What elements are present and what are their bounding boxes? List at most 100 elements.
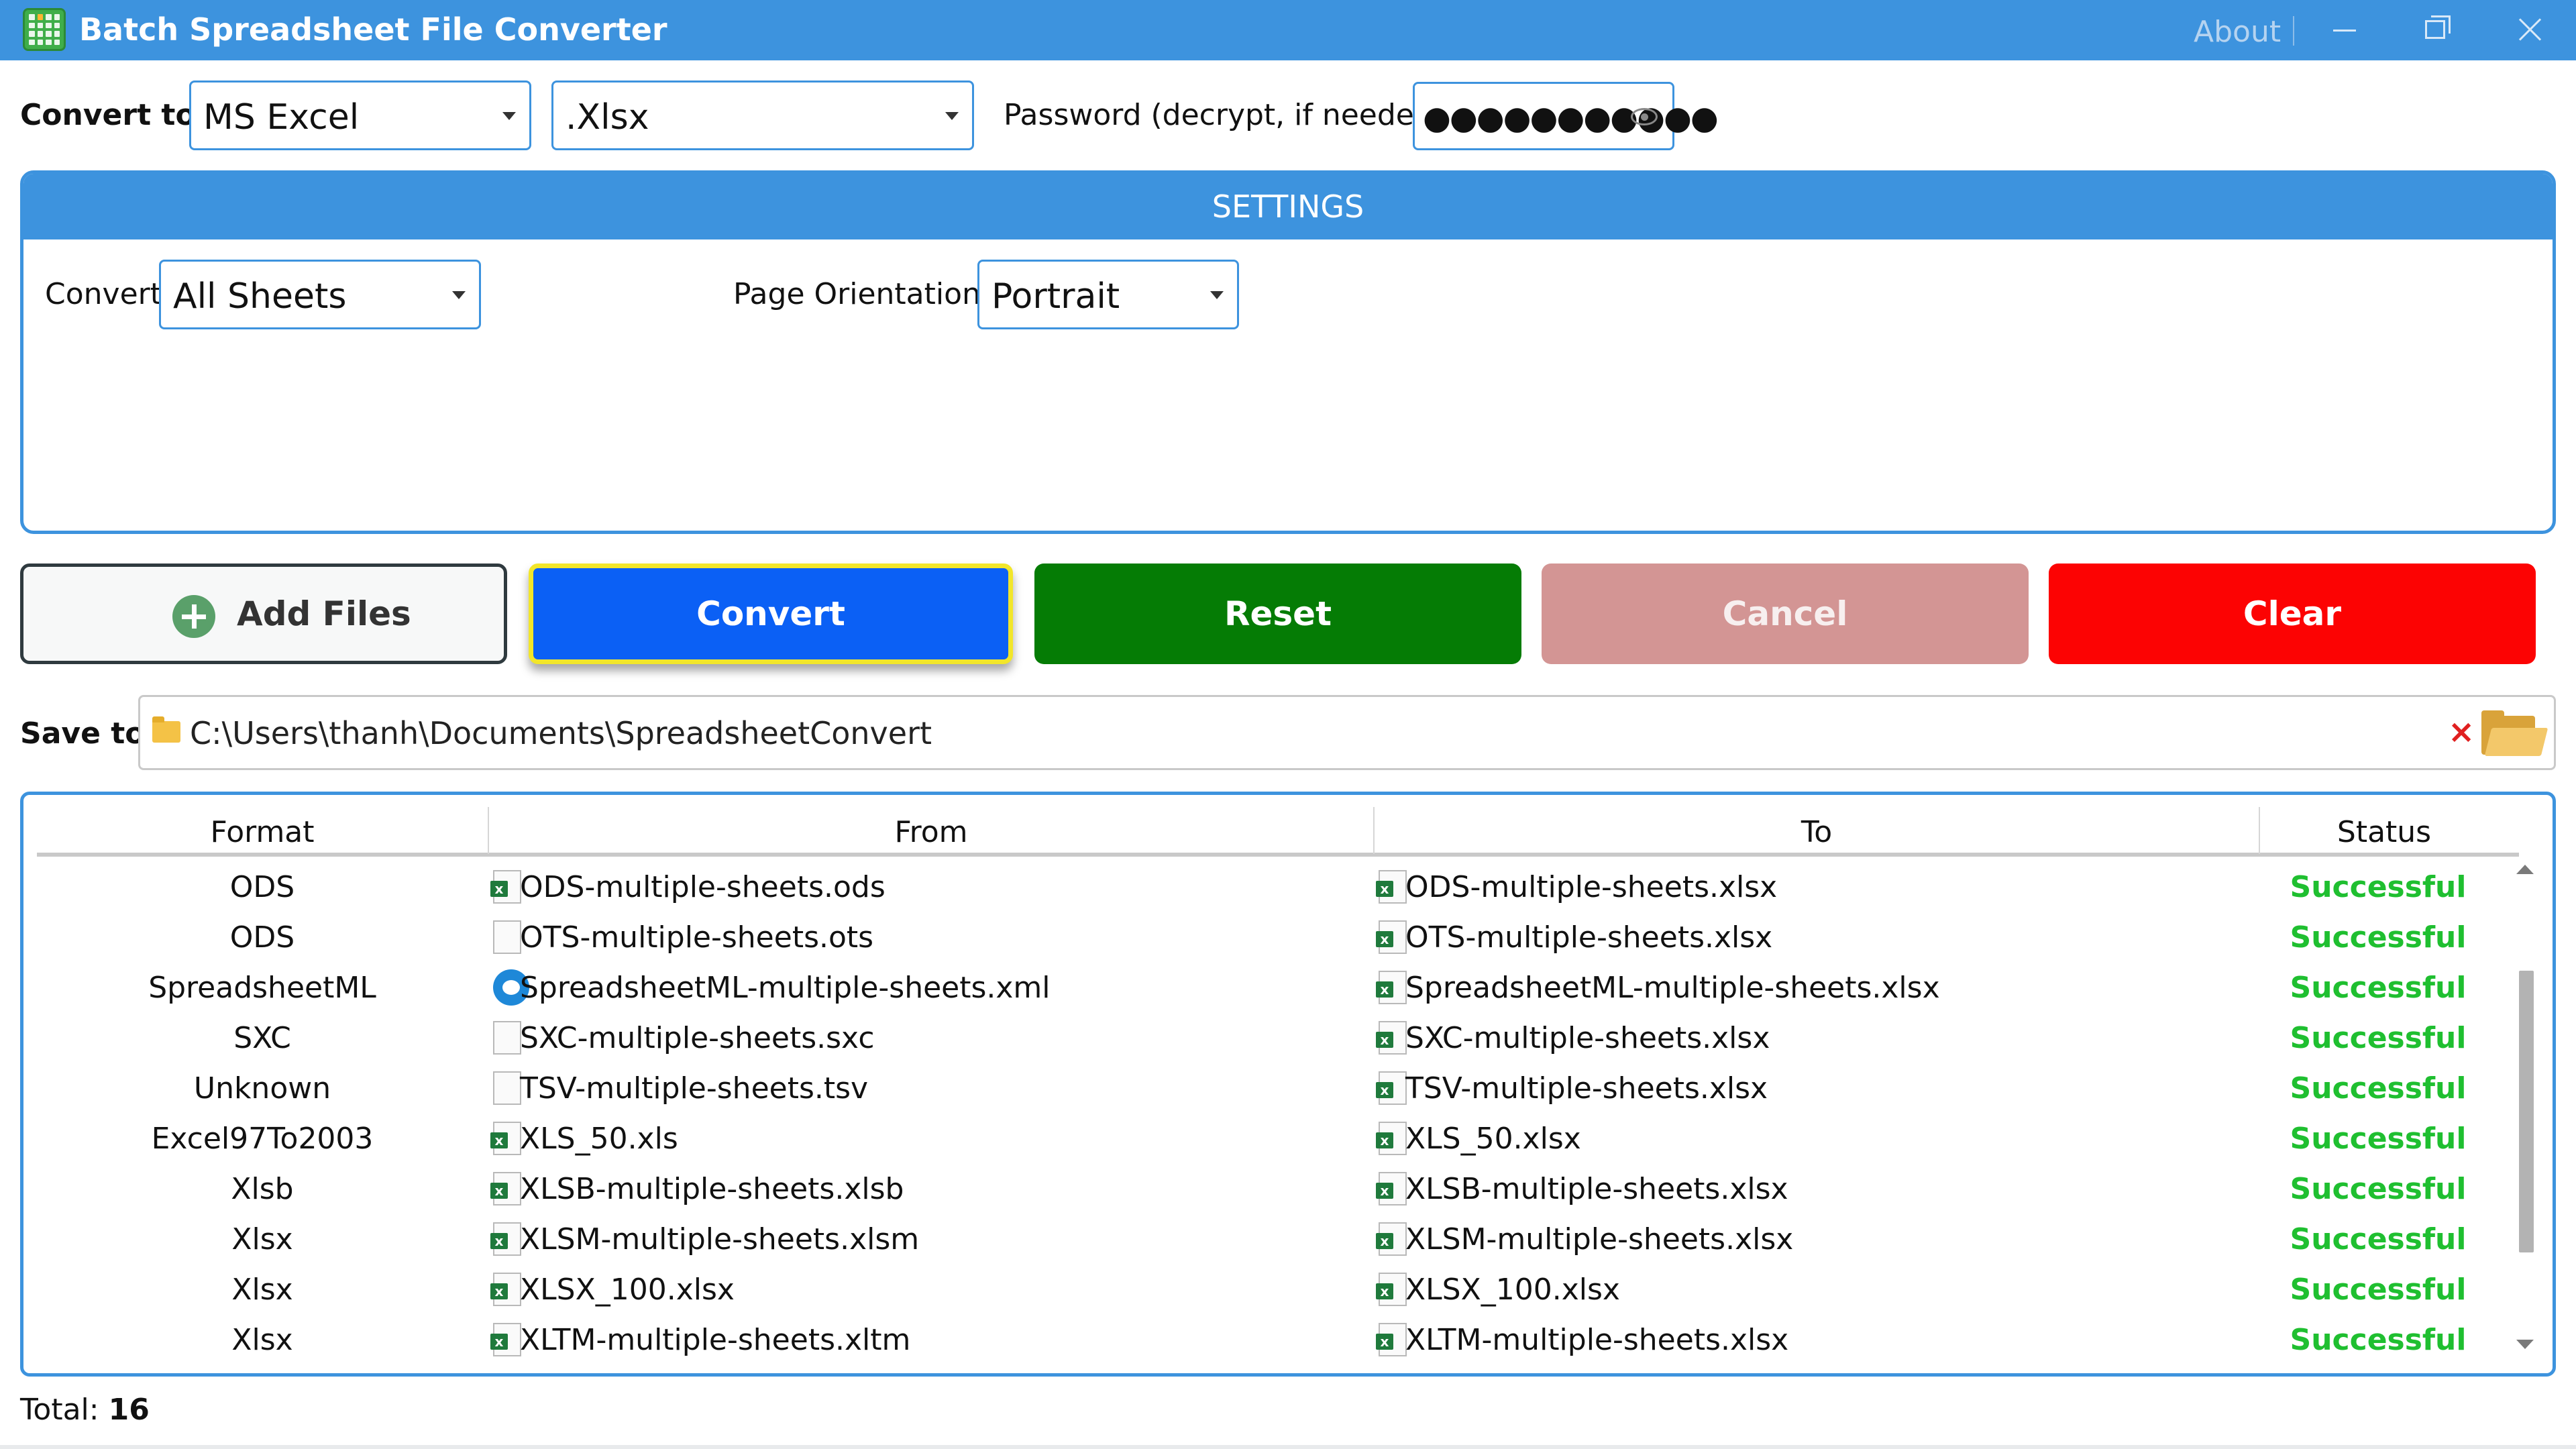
total-value: 16 [108,1393,150,1427]
total-label: Total: [20,1393,99,1427]
chevron-down-icon [452,291,466,299]
password-field[interactable]: ●●●●●●●●●●● [1413,82,1719,150]
convert-to-label: Convert to: [20,98,208,132]
from-cell: SXC-multiple-sheets.sxc [520,1021,875,1055]
to-cell: ODS-multiple-sheets.xlsx [1405,870,1778,904]
convert-sheets-label: Convert [45,277,162,311]
table-row[interactable]: SXC SXC-multiple-sheets.sxc SXC-multiple… [37,1013,2519,1063]
from-cell: OTS-multiple-sheets.ots [520,920,874,955]
scroll-up-arrow-icon[interactable] [2516,865,2534,874]
from-cell: XLS_50.xls [520,1122,678,1156]
excel-file-icon [1376,971,1407,1004]
to-cell: XLS_50.xlsx [1405,1122,1581,1156]
excel-file-icon [1376,1172,1407,1205]
convert-button[interactable]: Convert [529,564,1013,664]
to-cell: TSV-multiple-sheets.xlsx [1405,1071,1768,1106]
to-cell: OTS-multiple-sheets.xlsx [1405,920,1773,955]
blank-file-icon [493,920,521,954]
table-row[interactable]: ODS OTS-multiple-sheets.ots OTS-multiple… [37,912,2519,963]
spreadsheet-app-icon [23,8,66,51]
excel-file-icon [490,1273,521,1306]
table-row[interactable]: Unknown TSV-multiple-sheets.tsv TSV-mult… [37,1063,2519,1114]
from-cell: XLSM-multiple-sheets.xlsm [520,1222,920,1256]
save-path-field[interactable]: C:\Users\thanh\Documents\SpreadsheetConv… [138,695,2556,770]
excel-file-icon [490,870,521,904]
to-cell: SpreadsheetML-multiple-sheets.xlsx [1405,971,1940,1005]
excel-file-icon [1376,1222,1407,1256]
status-cell: Successful [2290,1122,2467,1156]
cancel-button[interactable]: Cancel [1542,564,2029,664]
excel-file-icon [1376,920,1407,954]
column-header-status[interactable]: Status [2260,795,2508,857]
to-cell: XLTM-multiple-sheets.xlsx [1405,1323,1789,1357]
chevron-down-icon [1210,291,1224,299]
clear-path-icon[interactable]: × [2448,713,2475,751]
chevron-down-icon [502,112,516,120]
column-header-to[interactable]: To [1375,795,2259,857]
scrollbar-thumb[interactable] [2519,971,2534,1252]
close-icon[interactable] [2516,15,2545,44]
from-cell: TSV-multiple-sheets.tsv [520,1071,869,1106]
excel-file-icon [1376,1323,1407,1356]
password-label: Password (decrypt, if needed): [1004,98,1454,132]
restore-icon[interactable] [2425,15,2451,39]
excel-file-icon [1376,870,1407,904]
format-cell: Xlsx [231,1273,293,1307]
settings-title: SETTINGS [23,174,2553,239]
from-cell: XLTM-multiple-sheets.xltm [520,1323,911,1357]
conversion-table: Format From To Status ODS ODS-multiple-s… [20,792,2556,1377]
folder-icon [152,716,180,743]
excel-file-icon [490,1222,521,1256]
chevron-down-icon [945,112,959,120]
excel-file-icon [490,1323,521,1356]
format-cell: Unknown [193,1071,331,1106]
save-path-value: C:\Users\thanh\Documents\SpreadsheetConv… [190,715,932,751]
format-cell: Xlsx [231,1323,293,1357]
orientation-select[interactable]: Portrait [977,260,1239,329]
excel-file-icon [1376,1273,1407,1306]
table-row[interactable]: ODS ODS-multiple-sheets.ods ODS-multiple… [37,862,2519,912]
status-cell: Successful [2290,1071,2467,1106]
table-row[interactable]: Xlsx XLSM-multiple-sheets.xlsm XLSM-mult… [37,1214,2519,1265]
format-select[interactable]: MS Excel [189,80,531,150]
format-cell: ODS [229,870,295,904]
status-cell: Successful [2290,1222,2467,1256]
table-row[interactable]: Xlsx XLTM-multiple-sheets.xltm XLTM-mult… [37,1315,2519,1365]
sheets-select[interactable]: All Sheets [159,260,481,329]
format-cell: Xlsb [231,1172,294,1206]
minimize-icon[interactable] [2333,30,2356,32]
extension-select[interactable]: .Xlsx [551,80,974,150]
clear-button[interactable]: Clear [2049,564,2536,664]
table-row[interactable]: Xlsx XLSX_100.xlsx XLSX_100.xlsx Success… [37,1265,2519,1315]
browse-folder-icon[interactable] [2481,710,2548,757]
status-cell: Successful [2290,870,2467,904]
column-header-format[interactable]: Format [37,795,488,857]
to-cell: XLSM-multiple-sheets.xlsx [1405,1222,1794,1256]
column-header-from[interactable]: From [489,795,1373,857]
excel-file-icon [490,1122,521,1155]
sheets-select-value: All Sheets [173,276,347,317]
show-password-eye-icon[interactable] [1631,108,1658,125]
status-cell: Successful [2290,1172,2467,1206]
scroll-down-arrow-icon[interactable] [2516,1340,2534,1349]
reset-button[interactable]: Reset [1034,564,1521,664]
format-select-value: MS Excel [203,97,360,138]
password-masked-value: ●●●●●●●●●●● [1423,99,1719,137]
settings-panel: SETTINGS Convert All Sheets Page Orienta… [20,170,2556,534]
table-row[interactable]: Excel97To2003 XLS_50.xls XLS_50.xlsx Suc… [37,1114,2519,1164]
format-cell: Xlsx [231,1222,293,1256]
status-cell: Successful [2290,1323,2467,1357]
table-row[interactable]: Xlsb XLSB-multiple-sheets.xlsb XLSB-mult… [37,1164,2519,1214]
table-row[interactable]: SpreadsheetML SpreadsheetML-multiple-she… [37,963,2519,1013]
status-cell: Successful [2290,920,2467,955]
to-cell: XLSB-multiple-sheets.xlsx [1405,1172,1788,1206]
about-link[interactable]: About [2194,12,2281,52]
excel-file-icon [1376,1021,1407,1055]
status-cell: Successful [2290,1273,2467,1307]
orientation-select-value: Portrait [991,276,1120,317]
to-cell: SXC-multiple-sheets.xlsx [1405,1021,1770,1055]
total-count: Total: 16 [20,1391,150,1429]
bottom-border [0,1445,2576,1449]
add-files-button[interactable]: Add Files [20,564,507,664]
add-circle-icon [172,595,215,638]
